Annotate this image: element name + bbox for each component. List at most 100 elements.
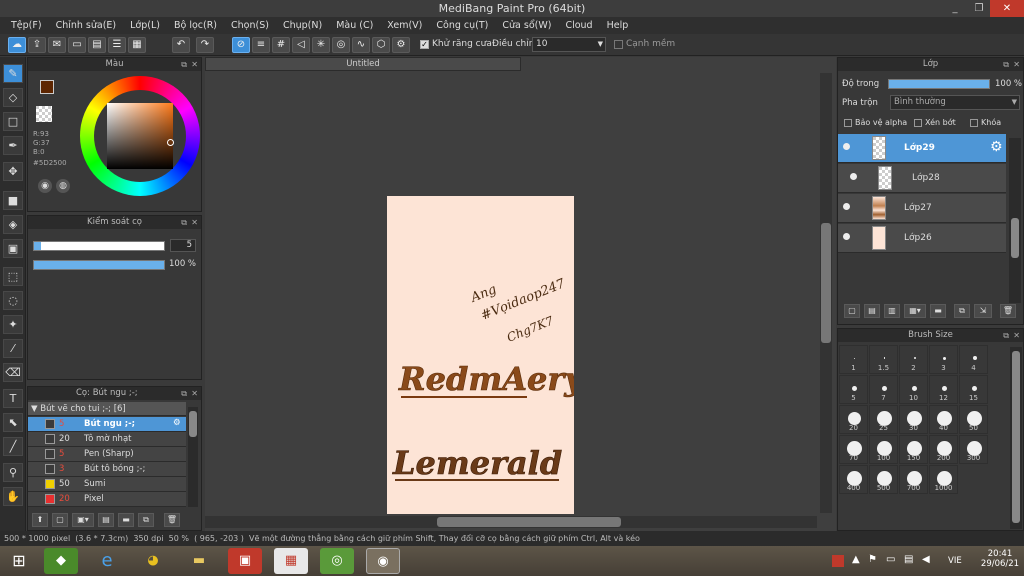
office-icon[interactable]: ▣: [228, 548, 262, 574]
menu-color[interactable]: Màu (C): [329, 17, 380, 34]
chat-icon[interactable]: ▭: [68, 37, 86, 53]
brush-size-cell[interactable]: 300: [959, 435, 988, 464]
brush-size-cell[interactable]: 4: [959, 345, 988, 374]
layer-opacity-slider[interactable]: [888, 79, 990, 89]
flag-icon[interactable]: ⚑: [868, 554, 877, 565]
new-file-icon[interactable]: ▢: [52, 513, 68, 527]
brush-size-slider[interactable]: [33, 241, 165, 251]
layer-row[interactable]: Lớp29 ⚙: [838, 134, 1006, 163]
snap-circle-icon[interactable]: ◎: [332, 37, 350, 53]
close-icon[interactable]: ✕: [1013, 58, 1020, 71]
menu-cloud[interactable]: Cloud: [558, 17, 599, 34]
divide-tool-icon[interactable]: ╱: [3, 437, 23, 456]
brush-size-input[interactable]: 5: [170, 239, 196, 252]
new-8bit-layer-icon[interactable]: ▥: [884, 304, 900, 318]
new-halftone-layer-icon[interactable]: ▤: [864, 304, 880, 318]
close-icon[interactable]: ✕: [1013, 329, 1020, 342]
snap-parallel-icon[interactable]: ≡: [252, 37, 270, 53]
new-layer-icon[interactable]: ▢: [844, 304, 860, 318]
eye-icon[interactable]: [843, 233, 850, 240]
antialias-checkbox[interactable]: ✓: [420, 40, 429, 49]
brush-size-cell[interactable]: 30: [899, 405, 928, 434]
layer-row[interactable]: Lớp28: [838, 164, 1006, 193]
snap-vanish-icon[interactable]: ◁: [292, 37, 310, 53]
windows-start-icon[interactable]: ⊞: [2, 548, 36, 574]
brush-tool-icon[interactable]: ✎: [3, 64, 23, 83]
palette-icon[interactable]: ◉: [38, 179, 52, 193]
layer-scrollbar[interactable]: [1009, 138, 1021, 303]
eye-icon[interactable]: [843, 143, 850, 150]
eyedropper-icon[interactable]: ⚲: [3, 463, 23, 482]
rectangle-tool-icon[interactable]: □: [3, 112, 23, 131]
snap-curve-icon[interactable]: ∿: [352, 37, 370, 53]
minimize-button[interactable]: _: [942, 0, 968, 17]
drawing-canvas[interactable]: Ang #Vọidaop247 Chg7K7 RedmAery Lemerald: [387, 196, 574, 514]
brush-size-cell[interactable]: 25: [869, 405, 898, 434]
eye-icon[interactable]: [850, 173, 857, 180]
trash-icon[interactable]: 🗑: [1000, 304, 1016, 318]
add-layer-menu-icon[interactable]: ▦▾: [904, 304, 926, 318]
brush-size-cell[interactable]: 70: [839, 435, 868, 464]
scrollbar-thumb[interactable]: [189, 411, 197, 437]
menu-view[interactable]: Xem(V): [380, 17, 429, 34]
menu-help[interactable]: Help: [600, 17, 636, 34]
network-icon[interactable]: ▤: [904, 554, 913, 565]
brush-size-cell[interactable]: 40: [929, 405, 958, 434]
text-tool-icon[interactable]: T: [3, 389, 23, 408]
brush-size-cell[interactable]: 150: [899, 435, 928, 464]
brush-size-cell[interactable]: 10: [899, 375, 928, 404]
operation-tool-icon[interactable]: ⬉: [3, 413, 23, 432]
move-tool-icon[interactable]: ✥: [3, 162, 23, 181]
folder-icon[interactable]: ▬: [930, 304, 946, 318]
brush-size-cell[interactable]: 3: [929, 345, 958, 374]
lasso-tool-icon[interactable]: ◌: [3, 291, 23, 310]
select-pen-icon[interactable]: ⁄: [3, 339, 23, 358]
select-eraser-icon[interactable]: ⌫: [3, 363, 23, 382]
layer-row[interactable]: Lớp27: [838, 194, 1006, 223]
detach-icon[interactable]: ⧉: [181, 58, 187, 71]
pen-tool-icon[interactable]: ✒: [3, 136, 23, 155]
brush-size-cell[interactable]: 100: [869, 435, 898, 464]
scrollbar-thumb[interactable]: [821, 223, 831, 343]
snap-radial-icon[interactable]: ✳: [312, 37, 330, 53]
brush-size-cell[interactable]: 500: [869, 465, 898, 494]
tray-app-icon[interactable]: [832, 555, 844, 567]
brush-size-scrollbar[interactable]: [1010, 347, 1022, 529]
menu-snap[interactable]: Chụp(N): [276, 17, 329, 34]
snap-3d-icon[interactable]: ⬡: [372, 37, 390, 53]
transparent-swatch[interactable]: [36, 106, 52, 122]
bucket-tool-icon[interactable]: ◈: [3, 215, 23, 234]
new-brush-menu-icon[interactable]: ▣▾: [72, 513, 94, 527]
brush-item[interactable]: 5 Bút ngu ;-; ⚙: [28, 417, 186, 432]
lock-checkbox[interactable]: [970, 119, 978, 127]
hand-tool-icon[interactable]: ✋: [3, 487, 23, 506]
select-tool-icon[interactable]: ⬚: [3, 267, 23, 286]
list-icon[interactable]: ☰: [108, 37, 126, 53]
brush-size-cell[interactable]: 12: [929, 375, 958, 404]
menu-select[interactable]: Chọn(S): [224, 17, 276, 34]
brush-size-cell[interactable]: 1.5: [869, 345, 898, 374]
brush-item[interactable]: 5 Pen (Sharp): [28, 447, 186, 462]
copy-icon[interactable]: ▤: [98, 513, 114, 527]
internet-explorer-icon[interactable]: e: [90, 548, 124, 574]
tab-untitled[interactable]: Untitled: [205, 57, 521, 71]
gear-icon[interactable]: ⚙: [990, 139, 1003, 155]
chevron-up-icon[interactable]: ▲: [852, 554, 860, 565]
detach-icon[interactable]: ⧉: [1003, 58, 1009, 71]
brush-size-cell[interactable]: 50: [959, 405, 988, 434]
volume-icon[interactable]: ◀: [922, 554, 930, 565]
brush-opacity-slider[interactable]: [33, 260, 165, 270]
add-brush-icon[interactable]: ⬆: [32, 513, 48, 527]
primary-color-swatch[interactable]: [40, 80, 54, 94]
menu-file[interactable]: Tệp(F): [4, 17, 49, 34]
close-button[interactable]: ✕: [990, 0, 1024, 17]
menu-edit[interactable]: Chỉnh sửa(E): [49, 17, 124, 34]
brush-item[interactable]: 50 Sumi: [28, 477, 186, 492]
duplicate-icon[interactable]: ⧉: [138, 513, 154, 527]
brush-item[interactable]: 20 Tô mờ nhạt: [28, 432, 186, 447]
saturation-square[interactable]: [107, 103, 173, 169]
brush-size-cell[interactable]: 7: [869, 375, 898, 404]
comment-icon[interactable]: ✉: [48, 37, 66, 53]
brush-size-cell[interactable]: 5: [839, 375, 868, 404]
brush-size-cell[interactable]: 700: [899, 465, 928, 494]
